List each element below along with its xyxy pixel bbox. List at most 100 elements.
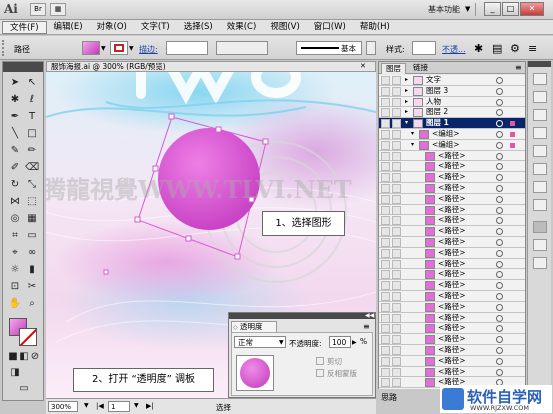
layer-name[interactable]: 文字 (426, 75, 441, 85)
layer-name[interactable]: <路径> (438, 259, 466, 269)
lock-toggle-icon[interactable] (392, 162, 401, 172)
path-row[interactable]: <路径> (379, 280, 525, 291)
width-tool-icon[interactable]: ⋈ (8, 195, 22, 209)
color-icon[interactable] (533, 91, 547, 103)
layer-name[interactable]: 人物 (426, 97, 441, 107)
layer-row[interactable]: ▸ 人物 (379, 97, 525, 108)
path-row[interactable]: <路径> (379, 345, 525, 356)
lock-toggle-icon[interactable] (392, 281, 401, 291)
minimize-button[interactable]: _ (484, 2, 501, 16)
lock-toggle-icon[interactable] (392, 194, 401, 204)
layer-name[interactable]: <路径> (438, 161, 466, 171)
layer-name[interactable]: <路径> (438, 345, 466, 355)
brushes-icon[interactable] (533, 109, 547, 121)
target-circle-icon[interactable] (496, 336, 503, 344)
lock-toggle-icon[interactable] (392, 86, 401, 96)
align-icon[interactable]: ▤ (492, 42, 502, 55)
lock-toggle-icon[interactable] (392, 259, 401, 269)
path-row[interactable]: <路径> (379, 269, 525, 281)
visibility-toggle-icon[interactable] (381, 140, 390, 150)
layer-name[interactable]: <路径> (438, 280, 466, 290)
slice-tool-icon[interactable]: ✂ (25, 280, 39, 294)
lock-toggle-icon[interactable] (392, 367, 401, 377)
path-row[interactable]: <路径> (379, 151, 525, 162)
path-row[interactable]: <路径> (379, 237, 525, 248)
symbols-icon[interactable] (533, 127, 547, 139)
path-row[interactable]: <路径> (379, 205, 525, 216)
layers-panel-icon[interactable] (533, 221, 547, 233)
visibility-toggle-icon[interactable] (381, 270, 390, 280)
target-circle-icon[interactable] (496, 357, 503, 365)
layer-name[interactable]: <路径> (438, 269, 466, 279)
transparency-panel-menu-icon[interactable]: ≡ (363, 322, 370, 331)
target-circle-icon[interactable] (496, 303, 503, 311)
path-row[interactable]: <路径> (379, 161, 525, 173)
target-circle-icon[interactable] (496, 271, 503, 279)
zoom-field[interactable]: 300% (48, 401, 78, 412)
document-tab[interactable]: 服饰海报.ai @ 300% (RGB/预览) (46, 61, 376, 72)
visibility-toggle-icon[interactable] (381, 292, 390, 301)
visibility-toggle-icon[interactable] (381, 216, 390, 226)
expand-arrow-icon[interactable]: ▾ (411, 140, 414, 150)
layer-name[interactable]: <路径> (438, 313, 466, 323)
path-row[interactable]: <路径> (379, 172, 525, 183)
menu-view[interactable]: 视图(V) (263, 20, 306, 35)
path-row[interactable]: <路径> (379, 194, 525, 205)
visibility-toggle-icon[interactable] (381, 367, 390, 377)
menu-window[interactable]: 窗口(W) (307, 20, 353, 35)
lock-toggle-icon[interactable] (392, 108, 401, 118)
menu-type[interactable]: 文字(T) (134, 20, 177, 35)
visibility-toggle-icon[interactable] (381, 173, 390, 183)
lock-toggle-icon[interactable] (392, 302, 401, 312)
line-tool-icon[interactable]: ╲ (8, 127, 22, 141)
perspective-grid-tool-icon[interactable]: ▦ (25, 212, 39, 226)
target-circle-icon[interactable] (496, 228, 503, 236)
stroke-swatch[interactable] (110, 41, 128, 55)
zoom-tool-icon[interactable]: ⌕ (25, 297, 39, 311)
pen-tool-icon[interactable]: ✒ (8, 110, 22, 124)
selection-indicator-icon[interactable] (510, 121, 515, 127)
eraser-tool-icon[interactable]: ⌫ (25, 161, 39, 175)
layer-name[interactable]: <路径> (438, 215, 466, 225)
layer-row[interactable]: ▸ 文字 (379, 75, 525, 86)
lasso-tool-icon[interactable]: ℓ (25, 93, 39, 107)
layer-name[interactable]: 图层 3 (426, 86, 448, 96)
lock-toggle-icon[interactable] (392, 324, 401, 334)
arrange-documents-button[interactable]: ▦ (50, 3, 66, 16)
target-circle-icon[interactable] (496, 282, 503, 290)
visibility-toggle-icon[interactable] (381, 302, 390, 312)
artboards-icon[interactable] (533, 239, 547, 251)
target-circle-icon[interactable] (496, 152, 503, 160)
expand-arrow-icon[interactable]: ▾ (405, 118, 408, 128)
layers-panel-menu-icon[interactable]: ≡ (515, 63, 522, 72)
menu-object[interactable]: 对象(O) (90, 20, 134, 35)
shape-builder-tool-icon[interactable]: ◎ (8, 212, 22, 226)
pencil-tool-icon[interactable]: ✏ (25, 144, 39, 158)
lock-toggle-icon[interactable] (392, 119, 401, 129)
visibility-toggle-icon[interactable] (381, 162, 390, 172)
lock-toggle-icon[interactable] (392, 378, 401, 388)
fill-dropdown-icon[interactable]: ▼ (101, 45, 106, 52)
lock-toggle-icon[interactable] (392, 184, 401, 193)
lock-toggle-icon[interactable] (392, 205, 401, 215)
visibility-toggle-icon[interactable] (381, 227, 390, 237)
path-row[interactable]: <路径> (379, 215, 525, 227)
target-circle-icon[interactable] (496, 314, 503, 322)
target-circle-icon[interactable] (496, 293, 503, 300)
zoom-dropdown-icon[interactable]: ▼ (84, 402, 89, 409)
target-circle-icon[interactable] (496, 325, 503, 333)
layer-name[interactable]: <路径> (438, 367, 466, 377)
graphic-style-swatch[interactable] (412, 41, 436, 55)
lock-toggle-icon[interactable] (392, 227, 401, 237)
stroke-color-swatch[interactable] (19, 328, 37, 346)
tools-panel-header[interactable] (3, 62, 43, 72)
transform-icon[interactable]: ⚙ (510, 42, 520, 55)
clip-checkbox[interactable] (316, 357, 324, 365)
layer-name[interactable]: <路径> (438, 183, 466, 193)
visibility-toggle-icon[interactable] (381, 346, 390, 355)
stroke-panel-icon[interactable] (533, 163, 547, 175)
artboard-number-field[interactable]: 1 (108, 401, 130, 412)
visibility-toggle-icon[interactable] (381, 205, 390, 215)
lock-toggle-icon[interactable] (392, 270, 401, 280)
layer-name[interactable]: <路径> (438, 248, 466, 258)
